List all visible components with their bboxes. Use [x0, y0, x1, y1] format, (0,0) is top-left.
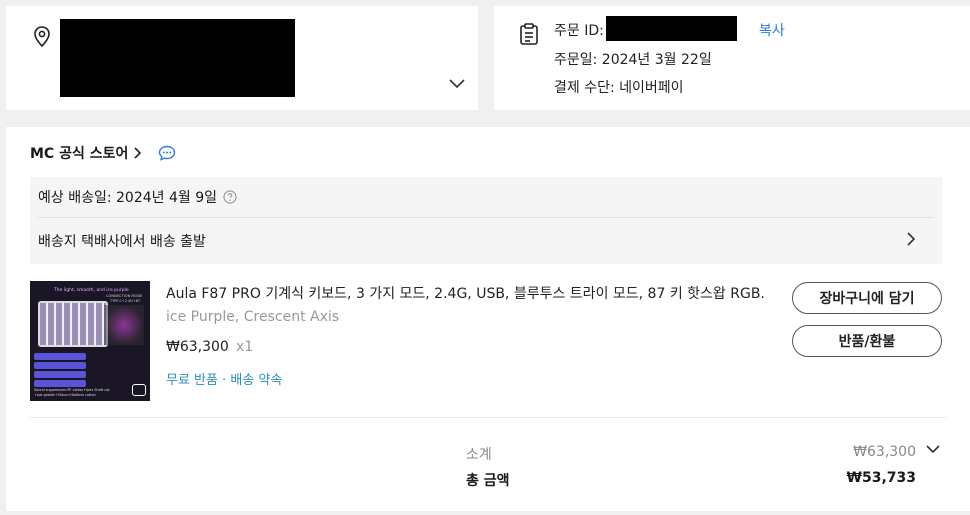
feature-badge — [34, 371, 86, 378]
thumb-caption-1: The light, smooth, and ice purple — [53, 287, 129, 293]
add-to-cart-button[interactable]: 장바구니에 담기 — [792, 282, 942, 314]
order-info-card: 주문 ID: 복사 주문일: 2024년 3월 22일 결제 수단: 네이버페이 — [494, 6, 970, 110]
chat-icon[interactable] — [158, 145, 176, 161]
thumb-caption-3: TYPE-C+2.4G+BT — [109, 299, 141, 303]
product-title[interactable]: Aula F87 PRO 기계식 키보드, 3 가지 모드, 2.4G, USB… — [166, 283, 766, 303]
store-header[interactable]: MC 공식 스토어 — [30, 143, 176, 163]
subtotal-label: 소계 — [466, 447, 492, 463]
thumb-caption-2: CONNECTION MODE — [106, 294, 143, 298]
thumb-caption-4: Sound suppression:PE cotton+Ipex Shaft c… — [34, 388, 110, 392]
feature-badge — [34, 380, 86, 387]
feature-badge — [34, 353, 86, 360]
chevron-down-icon[interactable] — [926, 445, 940, 454]
order-date: 주문일: 2024년 3월 22일 — [554, 52, 712, 68]
redacted-order-id — [606, 16, 737, 41]
product-variant: ice Purple, Crescent Axis — [166, 309, 340, 325]
shipping-status-text[interactable]: 배송지 택배사에서 배송 출발 — [38, 231, 206, 251]
redacted-address — [60, 19, 295, 97]
feature-badge — [34, 362, 86, 369]
store-name[interactable]: MC 공식 스토어 — [30, 143, 128, 163]
order-item-card: MC 공식 스토어 예상 배송일: 2024년 4월 9일 배송지 택배사에서 … — [6, 127, 970, 511]
total-label: 총 금액 — [466, 473, 510, 489]
location-pin-icon — [34, 26, 50, 48]
shipping-status-box: 예상 배송일: 2024년 4월 9일 배송지 택배사에서 배송 출발 — [30, 177, 942, 264]
return-refund-button[interactable]: 반품/환불 — [792, 325, 942, 357]
product-thumbnail[interactable]: The light, smooth, and ice purple CONNEC… — [30, 281, 150, 401]
thumb-caption-5: +pot gasket+Silicon+Bottom cotton — [34, 393, 96, 397]
estimated-delivery: 예상 배송일: 2024년 4월 9일 — [38, 187, 237, 207]
estimated-delivery-text: 예상 배송일: 2024년 4월 9일 — [38, 190, 218, 206]
divider — [38, 217, 934, 218]
subtotal-value: ₩63,300 — [853, 444, 916, 460]
product-quantity: x1 — [236, 339, 254, 355]
product-price: ₩63,300 — [166, 339, 229, 355]
camera-icon[interactable] — [132, 384, 146, 396]
total-value: ₩53,733 — [846, 470, 916, 486]
chevron-right-icon[interactable] — [134, 147, 142, 159]
service-tags: 무료 반품 · 배송 약속 — [166, 373, 283, 388]
copy-order-id-link[interactable]: 복사 — [759, 20, 785, 40]
shipping-address-card — [6, 6, 478, 110]
chevron-down-icon[interactable] — [449, 79, 465, 89]
order-id-label: 주문 ID: — [554, 23, 604, 39]
payment-method: 결제 수단: 네이버페이 — [554, 80, 684, 96]
chevron-right-icon[interactable] — [907, 232, 916, 246]
keyboard-illustration — [38, 301, 108, 347]
help-icon[interactable] — [223, 190, 237, 204]
divider — [30, 417, 946, 418]
clipboard-icon — [520, 23, 538, 45]
rgb-glow-illustration — [104, 305, 144, 345]
